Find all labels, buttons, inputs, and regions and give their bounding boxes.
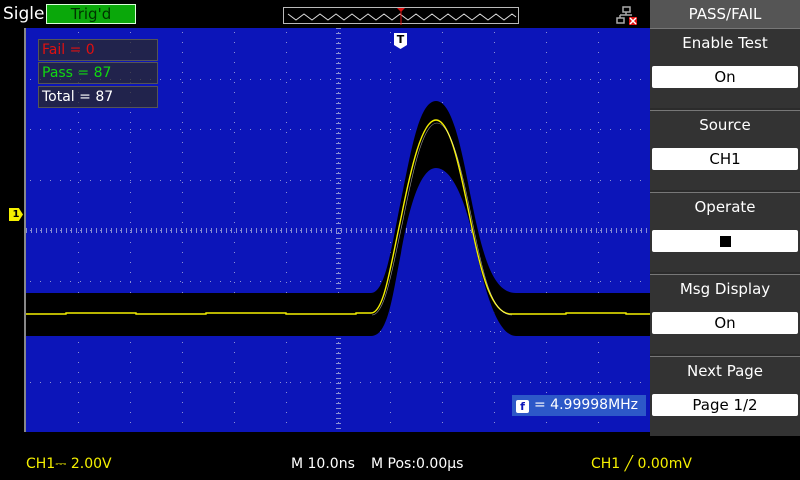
enable-test-softkey[interactable]: Enable Test On	[650, 28, 800, 108]
menu-title: PASS/FAIL	[650, 0, 800, 28]
page-indicator: Page 1/2	[652, 394, 798, 416]
trigger-level-readout: CH1 ╱ 0.00mV	[591, 456, 692, 472]
msg-display-softkey[interactable]: Msg Display On	[650, 274, 800, 354]
pass-fail-menu: PASS/FAIL Enable Test On Source CH1 Oper…	[650, 0, 800, 436]
enable-test-label: Enable Test	[682, 34, 768, 52]
source-value: CH1	[652, 148, 798, 170]
memory-waveform-preview	[287, 8, 517, 25]
fail-count: Fail = 0	[38, 39, 158, 61]
source-softkey[interactable]: Source CH1	[650, 110, 800, 190]
top-bar: Siglent Trig'd	[0, 0, 650, 28]
next-page-softkey[interactable]: Next Page Page 1/2	[650, 356, 800, 436]
trigger-status-badge: Trig'd	[46, 4, 136, 24]
source-label: Source	[699, 116, 751, 134]
frequency-value: = 4.99998MHz	[534, 397, 639, 413]
memory-position-indicator	[283, 7, 519, 25]
operate-value	[652, 230, 798, 252]
operate-softkey[interactable]: Operate	[650, 192, 800, 272]
channel-1-level-marker[interactable]: 1	[9, 208, 23, 221]
status-bar: CH1⎓ 2.00V M 10.0ns M Pos:0.00µs CH1 ╱ 0…	[0, 432, 800, 480]
stop-icon	[719, 236, 731, 247]
frequency-readout: f = 4.99998MHz	[512, 395, 646, 416]
timebase-readout: M 10.0ns	[291, 456, 355, 472]
msg-display-label: Msg Display	[679, 280, 771, 298]
enable-test-value: On	[652, 66, 798, 88]
total-count: Total = 87	[38, 86, 158, 108]
horizontal-position-readout: M Pos:0.00µs	[371, 456, 464, 472]
channel-1-trace	[26, 119, 650, 315]
frequency-icon: f	[516, 400, 529, 413]
pass-count: Pass = 87	[38, 62, 158, 84]
msg-display-value: On	[652, 312, 798, 334]
usb-icon	[616, 6, 638, 26]
next-page-label: Next Page	[686, 362, 764, 380]
channel-1-scale: CH1⎓ 2.00V	[26, 456, 112, 472]
operate-label: Operate	[694, 198, 756, 216]
pass-fail-mask	[26, 101, 650, 336]
